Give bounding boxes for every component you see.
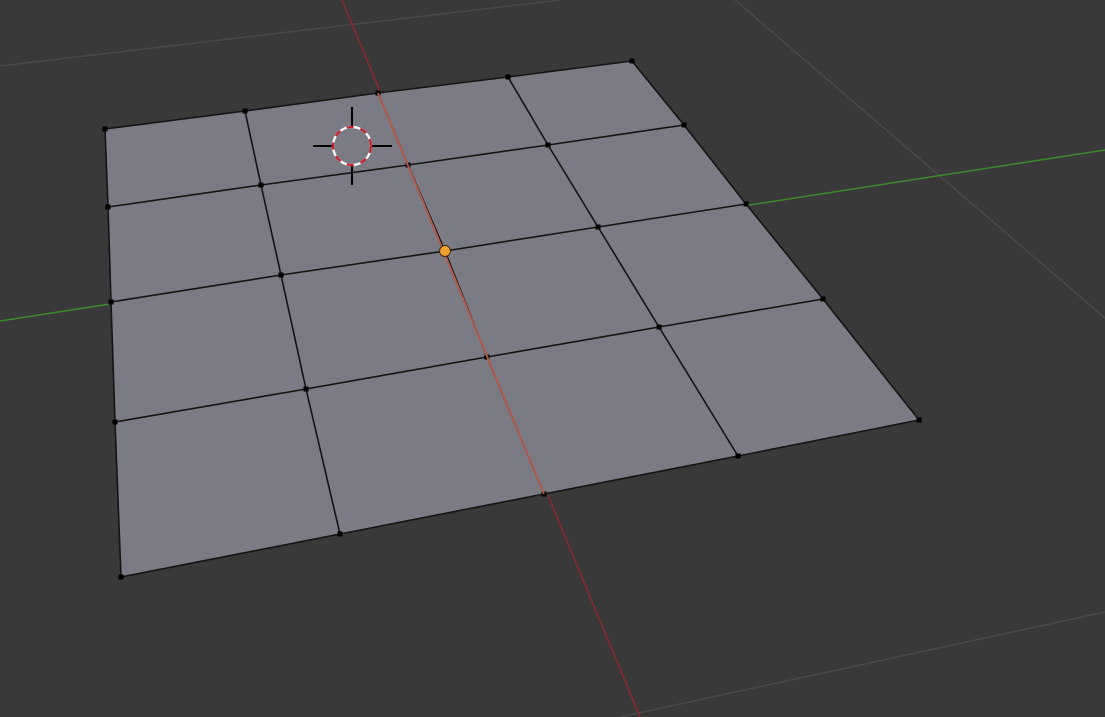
mesh-vertex[interactable]: [112, 419, 118, 425]
mesh-vertex[interactable]: [629, 58, 635, 64]
3d-viewport[interactable]: [0, 0, 1105, 717]
mesh-vertex[interactable]: [303, 386, 309, 392]
mesh-vertex[interactable]: [337, 531, 343, 537]
viewport-canvas[interactable]: [0, 0, 1105, 717]
mesh-vertex[interactable]: [681, 122, 687, 128]
mesh-vertex[interactable]: [278, 272, 284, 278]
mesh-vertex[interactable]: [505, 74, 511, 80]
mesh-vertex[interactable]: [242, 108, 248, 114]
mesh-vertex[interactable]: [656, 324, 662, 330]
mesh-vertex[interactable]: [743, 201, 749, 207]
mesh-vertex[interactable]: [105, 204, 111, 210]
mesh-vertex[interactable]: [916, 417, 922, 423]
mesh-vertex[interactable]: [118, 574, 124, 580]
object-origin-dot[interactable]: [439, 245, 451, 257]
mesh-vertex[interactable]: [595, 224, 601, 230]
mesh-vertex[interactable]: [735, 453, 741, 459]
mesh-vertex[interactable]: [108, 299, 114, 305]
mesh-vertex[interactable]: [258, 182, 264, 188]
mesh-vertex[interactable]: [820, 296, 826, 302]
mesh-vertex[interactable]: [545, 142, 551, 148]
mesh-vertex[interactable]: [102, 126, 108, 132]
